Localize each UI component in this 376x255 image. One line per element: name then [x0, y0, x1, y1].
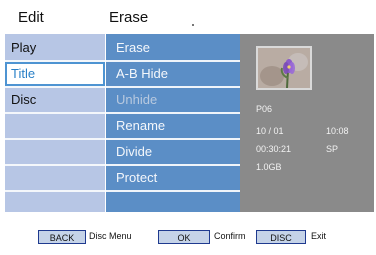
dvd-edit-menu-window: Edit Erase Play Title Disc Erase A-B Hid…	[2, 2, 374, 253]
disc-button-label: Exit	[311, 231, 327, 241]
submenu-separator	[106, 190, 240, 192]
left-menu-item-empty	[5, 192, 105, 216]
disc-button[interactable]: DISC	[256, 230, 306, 244]
submenu-item-ab-hide[interactable]: A-B Hide	[106, 62, 240, 86]
recording-time: 10:08	[326, 126, 349, 136]
recording-duration: 00:30:21	[256, 144, 292, 154]
left-menu-item-play[interactable]: Play	[5, 36, 105, 60]
title-thumbnail-image	[256, 46, 312, 90]
submenu-item-erase[interactable]: Erase	[106, 36, 240, 60]
submenu-item-rename[interactable]: Rename	[106, 114, 240, 138]
recording-quality: SP	[326, 144, 339, 154]
recording-size: 1.0GB	[256, 162, 282, 172]
header-right-title: Erase	[109, 9, 149, 26]
recording-date: 10 / 01	[256, 126, 284, 136]
left-menu-item-disc[interactable]: Disc	[5, 88, 105, 112]
left-menu-item-empty	[5, 166, 105, 190]
back-button-label: Disc Menu	[89, 231, 132, 241]
ok-button[interactable]: OK	[158, 230, 210, 244]
footer-hints: BACK Disc Menu OK Confirm DISC Exit	[2, 216, 374, 253]
header-left-title: Edit	[18, 9, 44, 26]
menu-header: Edit Erase	[2, 2, 374, 32]
ok-button-label: Confirm	[214, 231, 246, 241]
edit-submenu: Erase A-B Hide Unhide Rename Divide Prot…	[106, 34, 240, 212]
flower-icon	[258, 48, 310, 88]
submenu-item-unhide: Unhide	[116, 92, 158, 107]
submenu-item-divide[interactable]: Divide	[106, 140, 240, 164]
left-menu-item-empty	[5, 114, 105, 138]
left-menu: Play Title Disc	[5, 34, 105, 212]
header-dot	[192, 24, 194, 26]
submenu-item-protect[interactable]: Protect	[106, 166, 240, 190]
program-number: P06	[256, 104, 273, 114]
left-menu-item-title[interactable]: Title	[5, 62, 105, 86]
title-info-panel: P06 10 / 01 10:08 00:30:21 SP 1.0GB	[240, 34, 374, 212]
left-menu-item-empty	[5, 140, 105, 164]
back-button[interactable]: BACK	[38, 230, 86, 244]
